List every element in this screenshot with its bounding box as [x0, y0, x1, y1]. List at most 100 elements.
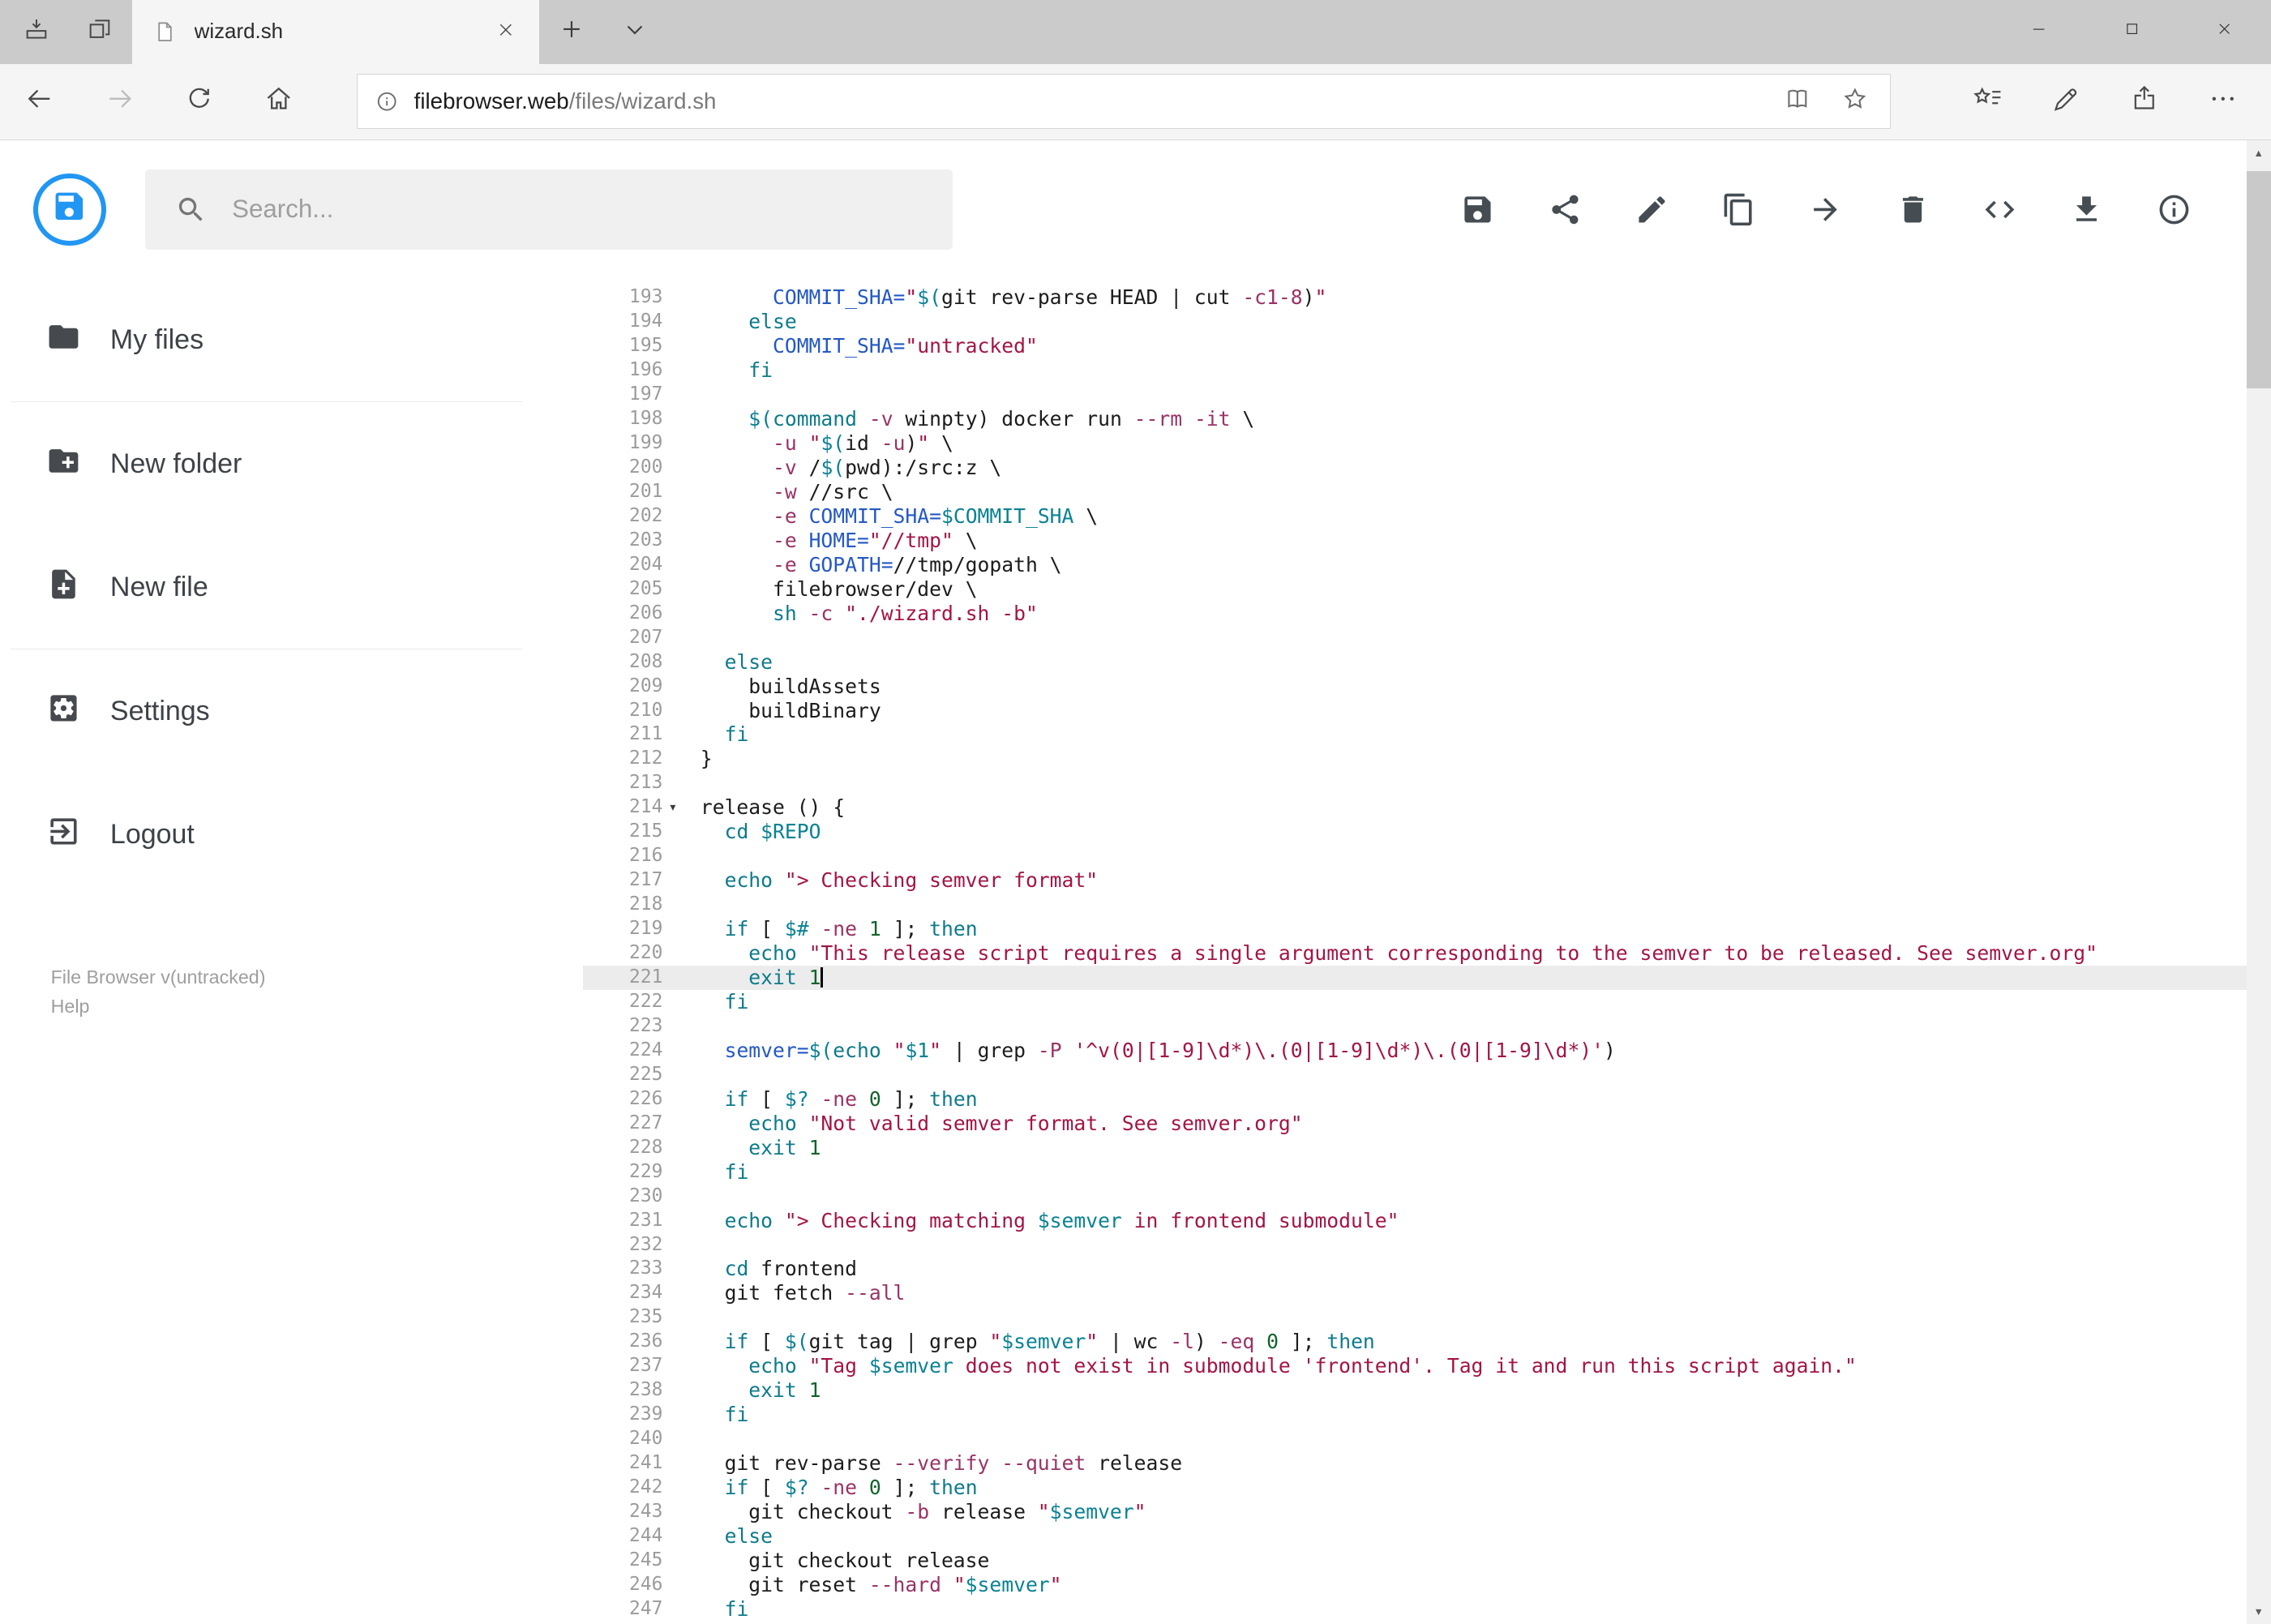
- sidebar-item-new-folder[interactable]: New folder: [0, 402, 583, 525]
- code-line[interactable]: 228 exit 1: [583, 1136, 2247, 1160]
- add-favorite-button[interactable]: [1827, 75, 1885, 127]
- code-line[interactable]: 246 git reset --hard "$semver": [583, 1573, 2247, 1597]
- code-line[interactable]: 193 COMMIT_SHA="$(git rev-parse HEAD | c…: [583, 285, 2247, 310]
- code-line[interactable]: 197: [583, 383, 2247, 407]
- code-line[interactable]: 220 echo "This release script requires a…: [583, 941, 2247, 966]
- code-line[interactable]: 216: [583, 844, 2247, 868]
- delete-button[interactable]: [1896, 192, 1930, 227]
- address-bar[interactable]: filebrowser.web/files/wizard.sh: [356, 74, 1892, 130]
- sidebar-item-logout[interactable]: Logout: [0, 773, 583, 896]
- code-line[interactable]: 240: [583, 1427, 2247, 1451]
- code-line[interactable]: 243 git checkout -b release "$semver": [583, 1500, 2247, 1524]
- code-line[interactable]: 219 if [ $# -ne 1 ]; then: [583, 917, 2247, 941]
- help-link[interactable]: Help: [51, 992, 583, 1022]
- raw-code-button[interactable]: [1982, 192, 2017, 227]
- code-line[interactable]: 239 fi: [583, 1403, 2247, 1427]
- share-button[interactable]: [2106, 64, 2184, 139]
- code-line[interactable]: 222 fi: [583, 990, 2247, 1014]
- web-note-button[interactable]: [2027, 64, 2106, 139]
- browser-tab[interactable]: wizard.sh: [131, 0, 540, 64]
- code-line[interactable]: 203 -e HOME="//tmp" \: [583, 529, 2247, 553]
- reading-view-button[interactable]: [1768, 75, 1827, 127]
- code-line[interactable]: 198 $(command -v winpty) docker run --rm…: [583, 407, 2247, 431]
- sidebar-item-settings[interactable]: Settings: [0, 649, 583, 773]
- code-line[interactable]: 230: [583, 1185, 2247, 1209]
- sidebar-item-my-files[interactable]: My files: [0, 278, 583, 401]
- code-line[interactable]: 229 fi: [583, 1160, 2247, 1185]
- code-line[interactable]: 232: [583, 1233, 2247, 1258]
- sidebar-item-new-file[interactable]: New file: [0, 525, 583, 649]
- move-button[interactable]: [1808, 192, 1843, 227]
- code-line[interactable]: 215 cd $REPO: [583, 820, 2247, 844]
- code-line[interactable]: 226 if [ $? -ne 0 ]; then: [583, 1087, 2247, 1112]
- tab-preview-chevron-button[interactable]: [603, 0, 667, 64]
- maximize-button[interactable]: [2085, 0, 2178, 64]
- code-line[interactable]: 233 cd frontend: [583, 1257, 2247, 1281]
- code-line[interactable]: 224 semver=$(echo "$1" | grep -P '^v(0|[…: [583, 1039, 2247, 1063]
- code-line[interactable]: 237 echo "Tag $semver does not exist in …: [583, 1354, 2247, 1378]
- scroll-down-arrow-icon[interactable]: ▼: [2247, 1600, 2271, 1624]
- code-line[interactable]: 212}: [583, 747, 2247, 771]
- set-tabs-aside-button[interactable]: [4, 0, 68, 64]
- code-line[interactable]: 205 filebrowser/dev \: [583, 577, 2247, 602]
- scroll-up-arrow-icon[interactable]: ▲: [2247, 140, 2271, 165]
- code-line[interactable]: 244 else: [583, 1524, 2247, 1549]
- code-line[interactable]: 225: [583, 1063, 2247, 1087]
- code-line[interactable]: 227 echo "Not valid semver format. See s…: [583, 1112, 2247, 1136]
- filebrowser-logo[interactable]: [33, 173, 106, 246]
- code-line[interactable]: 235: [583, 1305, 2247, 1330]
- share-file-button[interactable]: [1548, 192, 1583, 227]
- fold-arrow-icon[interactable]: ▾: [662, 795, 701, 820]
- code-line[interactable]: 207: [583, 626, 2247, 650]
- code-line[interactable]: 209 buildAssets: [583, 675, 2247, 699]
- code-line[interactable]: 217 echo "> Checking semver format": [583, 868, 2247, 893]
- code-line[interactable]: 202 -e COMMIT_SHA=$COMMIT_SHA \: [583, 504, 2247, 529]
- scrollbar-thumb[interactable]: [2246, 171, 2271, 389]
- info-button[interactable]: [2157, 192, 2192, 227]
- tabs-preview-button[interactable]: [68, 0, 132, 64]
- refresh-button[interactable]: [160, 64, 239, 139]
- download-button[interactable]: [2069, 192, 2104, 227]
- minimize-button[interactable]: [1993, 0, 2085, 64]
- code-line[interactable]: 231 echo "> Checking matching $semver in…: [583, 1209, 2247, 1233]
- code-line[interactable]: 242 if [ $? -ne 0 ]; then: [583, 1476, 2247, 1500]
- code-editor[interactable]: 193 COMMIT_SHA="$(git rev-parse HEAD | c…: [583, 278, 2247, 1624]
- code-line[interactable]: 208 else: [583, 650, 2247, 675]
- search-bar[interactable]: [144, 169, 953, 250]
- code-line[interactable]: 194 else: [583, 310, 2247, 334]
- save-button[interactable]: [1460, 192, 1495, 227]
- code-line[interactable]: 241 git rev-parse --verify --quiet relea…: [583, 1451, 2247, 1476]
- new-tab-button[interactable]: [539, 0, 603, 64]
- code-line[interactable]: 199 -u "$(id -u)" \: [583, 431, 2247, 456]
- code-line[interactable]: 196 fi: [583, 358, 2247, 383]
- forward-button[interactable]: [79, 64, 159, 139]
- code-line[interactable]: 238 exit 1: [583, 1378, 2247, 1403]
- code-line[interactable]: 245 git checkout release: [583, 1549, 2247, 1573]
- code-line[interactable]: 214 ▾ release () {: [583, 795, 2247, 820]
- copy-button[interactable]: [1721, 192, 1756, 227]
- more-button[interactable]: [2184, 64, 2263, 139]
- code-line[interactable]: 213: [583, 771, 2247, 795]
- page-scrollbar[interactable]: ▲ ▼: [2246, 140, 2271, 1624]
- code-line[interactable]: 236 if [ $(git tag | grep "$semver" | wc…: [583, 1330, 2247, 1354]
- code-line[interactable]: 234 git fetch --all: [583, 1281, 2247, 1305]
- code-line[interactable]: 206 sh -c "./wizard.sh -b": [583, 602, 2247, 626]
- rename-button[interactable]: [1635, 192, 1669, 227]
- code-line[interactable]: 201 -w //src \: [583, 480, 2247, 504]
- favorites-hub-button[interactable]: [1949, 64, 2028, 139]
- search-input[interactable]: [229, 193, 953, 226]
- close-window-button[interactable]: [2178, 0, 2270, 64]
- home-button[interactable]: [239, 64, 319, 139]
- code-line[interactable]: 204 -e GOPATH=//tmp/gopath \: [583, 553, 2247, 577]
- code-line[interactable]: 221 exit 1: [583, 966, 2247, 990]
- code-line[interactable]: 200 -v /$(pwd):/src:z \: [583, 456, 2247, 480]
- code-line[interactable]: 211 fi: [583, 722, 2247, 747]
- tab-close-button[interactable]: [484, 11, 528, 54]
- code-line[interactable]: 218: [583, 893, 2247, 917]
- code-line[interactable]: 247 fi: [583, 1597, 2247, 1622]
- code-line[interactable]: 223: [583, 1014, 2247, 1039]
- back-button[interactable]: [0, 64, 79, 139]
- code-line[interactable]: 210 buildBinary: [583, 699, 2247, 723]
- site-info-button[interactable]: [375, 89, 399, 114]
- code-line[interactable]: 195 COMMIT_SHA="untracked": [583, 334, 2247, 358]
